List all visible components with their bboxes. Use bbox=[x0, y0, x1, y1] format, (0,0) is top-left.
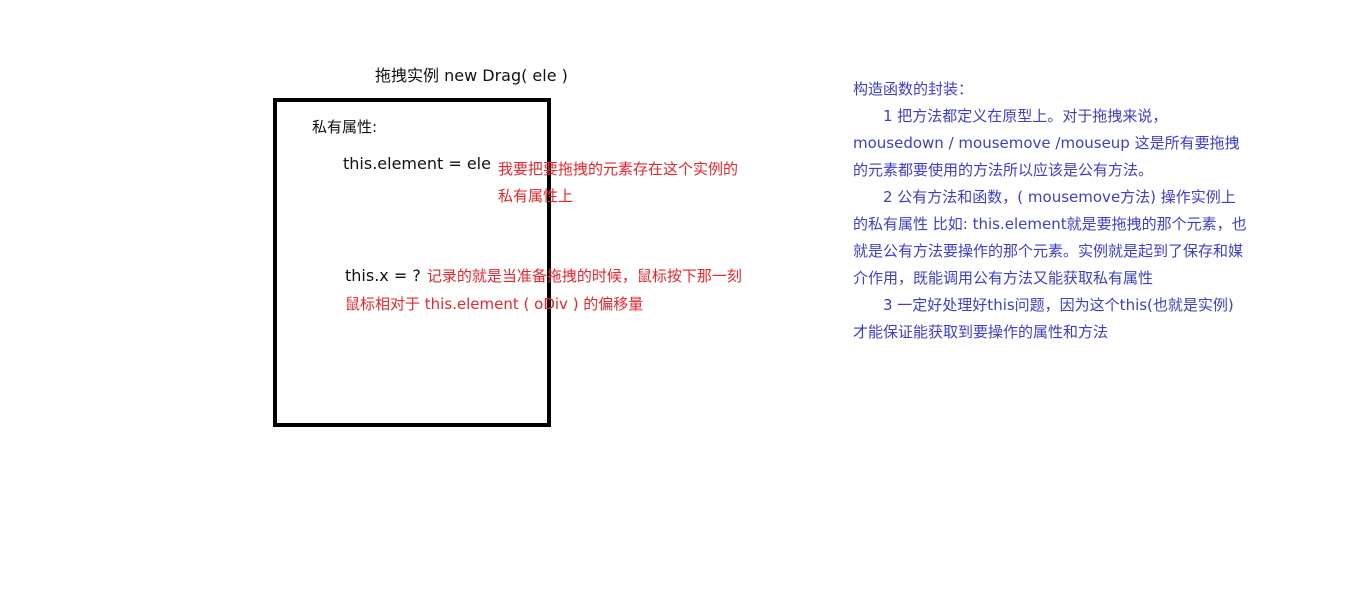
notes-point-3: 3 一定好处理好this问题，因为这个this(也就是实例)才能保证能获取到要操… bbox=[853, 296, 1234, 341]
x-property-code: this.x = ? bbox=[345, 266, 421, 285]
constructor-notes: 构造函数的封装： 1 把方法都定义在原型上。对于拖拽来说，mousedown /… bbox=[853, 76, 1248, 346]
private-properties-label: 私有属性: bbox=[312, 118, 378, 136]
notes-point-1: 1 把方法都定义在原型上。对于拖拽来说，mousedown / mousemov… bbox=[853, 107, 1240, 179]
notes-heading: 构造函数的封装： bbox=[853, 80, 974, 98]
diagram-title: 拖拽实例 new Drag( ele ) bbox=[375, 66, 568, 85]
notes-point-2: 2 公有方法和函数，( mousemove方法) 操作实例上的私有属性 比如: … bbox=[853, 188, 1247, 287]
x-property-block: this.x = ? 记录的就是当准备拖拽的时候，鼠标按下那一刻鼠标相对于 thi… bbox=[345, 262, 755, 318]
element-property-note: 我要把要拖拽的元素存在这个实例的私有属性上 bbox=[498, 160, 739, 205]
element-property-code: this.element = ele bbox=[343, 154, 491, 173]
